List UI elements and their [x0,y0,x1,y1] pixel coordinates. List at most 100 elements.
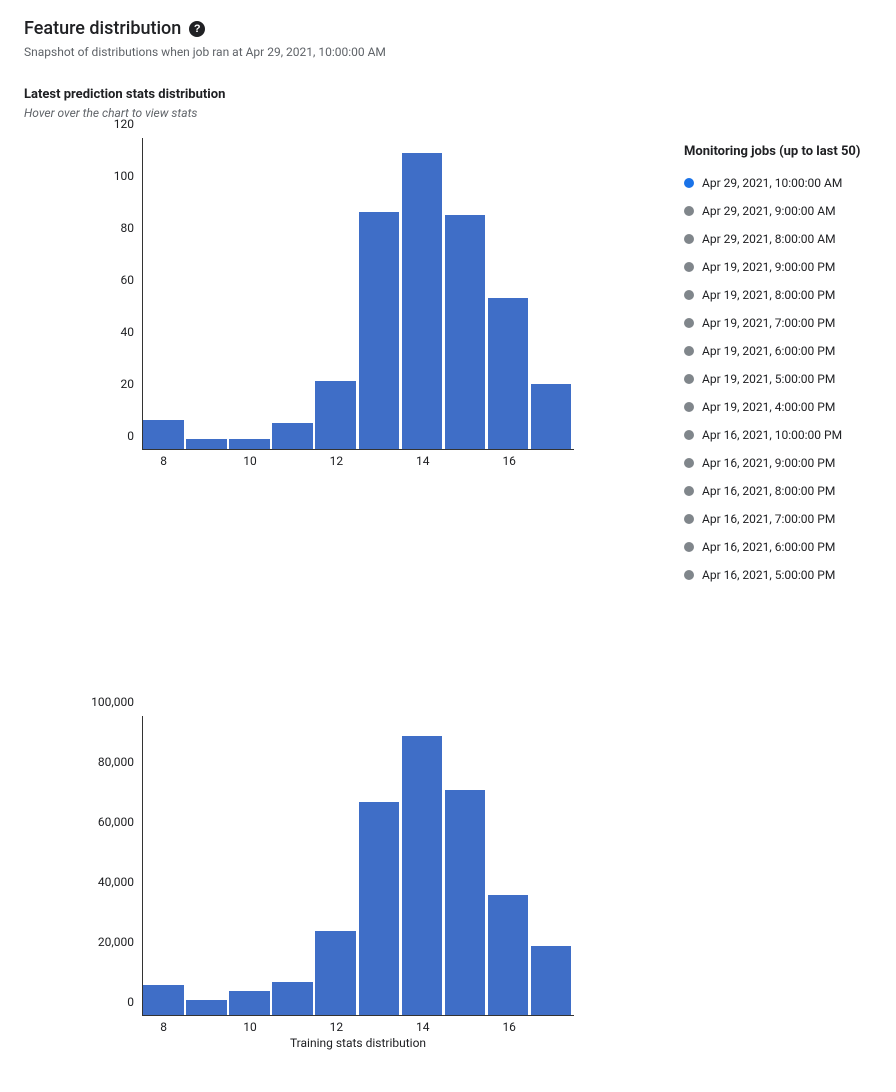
bar[interactable] [445,790,486,1015]
bar[interactable] [186,439,227,449]
bar[interactable] [488,298,529,449]
prediction-stats-chart[interactable]: 020406080100120 810121416 [24,138,584,486]
x-tick-label: 16 [502,454,516,468]
monitoring-job-item[interactable]: Apr 29, 2021, 8:00:00 AM [684,225,860,253]
x-tick-label: 8 [160,454,167,468]
status-dot-icon [684,402,694,412]
monitoring-job-item[interactable]: Apr 19, 2021, 9:00:00 PM [684,253,860,281]
monitoring-job-item[interactable]: Apr 16, 2021, 10:00:00 PM [684,421,860,449]
bar[interactable] [359,212,400,449]
bar[interactable] [143,420,184,449]
bar[interactable] [143,985,184,1015]
y-tick-label: 40,000 [98,875,134,889]
plot-area [142,716,574,1016]
monitoring-job-item[interactable]: Apr 19, 2021, 8:00:00 PM [684,281,860,309]
x-tick-label: 10 [243,1020,257,1034]
bar[interactable] [186,1000,227,1015]
monitoring-job-label: Apr 19, 2021, 6:00:00 PM [702,344,835,358]
monitoring-job-label: Apr 19, 2021, 8:00:00 PM [702,288,835,302]
monitoring-job-label: Apr 29, 2021, 10:00:00 AM [702,176,842,190]
bar[interactable] [488,895,529,1015]
x-tick-label: 14 [416,454,430,468]
status-dot-icon [684,290,694,300]
monitoring-job-item[interactable]: Apr 16, 2021, 7:00:00 PM [684,505,860,533]
x-tick-label: 8 [160,1020,167,1034]
x-tick-label: 12 [330,454,344,468]
monitoring-job-item[interactable]: Apr 19, 2021, 6:00:00 PM [684,337,860,365]
y-tick-label: 80 [121,221,135,235]
y-tick-label: 100 [114,169,134,183]
monitoring-job-label: Apr 19, 2021, 4:00:00 PM [702,400,835,414]
monitoring-job-item[interactable]: Apr 16, 2021, 5:00:00 PM [684,561,860,589]
monitoring-job-item[interactable]: Apr 16, 2021, 6:00:00 PM [684,533,860,561]
monitoring-job-item[interactable]: Apr 29, 2021, 10:00:00 AM [684,169,860,197]
bar[interactable] [272,423,313,449]
monitoring-job-label: Apr 19, 2021, 9:00:00 PM [702,260,835,274]
y-axis: 020406080100120 [24,138,142,450]
y-tick-label: 100,000 [91,695,134,709]
section-title: Latest prediction stats distribution [24,87,872,102]
monitoring-job-item[interactable]: Apr 19, 2021, 4:00:00 PM [684,393,860,421]
y-tick-label: 120 [114,117,134,131]
x-axis: 8 10 12 14 16 Training stats distribution [142,1016,574,1052]
help-icon[interactable]: ? [189,21,205,37]
bar[interactable] [402,153,443,449]
bar[interactable] [445,215,486,449]
monitoring-job-label: Apr 16, 2021, 5:00:00 PM [702,568,835,582]
training-stats-chart[interactable]: 020,00040,00060,00080,000100,000 8101214… [24,716,584,1052]
monitoring-job-label: Apr 16, 2021, 6:00:00 PM [702,540,835,554]
y-tick-label: 60,000 [98,815,134,829]
monitoring-job-label: Apr 29, 2021, 9:00:00 AM [702,204,836,218]
monitoring-job-item[interactable]: Apr 19, 2021, 7:00:00 PM [684,309,860,337]
y-axis: 020,00040,00060,00080,000100,000 [24,716,142,1016]
bar[interactable] [402,736,443,1015]
monitoring-job-item[interactable]: Apr 16, 2021, 8:00:00 PM [684,477,860,505]
y-tick-label: 40 [121,325,135,339]
chart-hint: Hover over the chart to view stats [24,106,872,120]
monitoring-job-item[interactable]: Apr 29, 2021, 9:00:00 AM [684,197,860,225]
monitoring-jobs-panel: Monitoring jobs (up to last 50) Apr 29, … [684,144,860,589]
x-tick-label: 12 [330,1020,344,1034]
status-dot-icon [684,318,694,328]
monitoring-job-label: Apr 16, 2021, 8:00:00 PM [702,484,835,498]
y-tick-label: 80,000 [98,755,134,769]
bar[interactable] [315,931,356,1015]
status-dot-icon [684,458,694,468]
x-axis-label: Training stats distribution [142,1036,574,1050]
status-dot-icon [684,570,694,580]
status-dot-icon [684,430,694,440]
status-dot-icon [684,346,694,356]
status-dot-icon [684,374,694,384]
monitoring-jobs-title: Monitoring jobs (up to last 50) [684,144,860,159]
bar[interactable] [315,381,356,449]
y-tick-label: 60 [121,273,135,287]
y-tick-label: 0 [127,995,134,1009]
page-subtitle: Snapshot of distributions when job ran a… [24,45,872,59]
bar[interactable] [229,991,270,1015]
bar[interactable] [359,802,400,1015]
status-dot-icon [684,486,694,496]
x-tick-label: 10 [243,454,257,468]
status-dot-icon [684,514,694,524]
x-axis: 8 10 12 14 16 [142,450,574,486]
status-dot-icon [684,206,694,216]
status-dot-icon [684,234,694,244]
x-tick-label: 16 [502,1020,516,1034]
monitoring-job-label: Apr 16, 2021, 7:00:00 PM [702,512,835,526]
y-tick-label: 20 [121,377,135,391]
x-tick-label: 14 [416,1020,430,1034]
monitoring-job-item[interactable]: Apr 19, 2021, 5:00:00 PM [684,365,860,393]
bar[interactable] [531,946,572,1015]
y-tick-label: 0 [127,429,134,443]
bar[interactable] [229,439,270,449]
status-dot-icon [684,542,694,552]
plot-area [142,138,574,450]
status-dot-icon [684,262,694,272]
status-dot-icon [684,178,694,188]
y-tick-label: 20,000 [98,935,134,949]
monitoring-job-label: Apr 16, 2021, 10:00:00 PM [702,428,842,442]
monitoring-job-item[interactable]: Apr 16, 2021, 9:00:00 PM [684,449,860,477]
bar[interactable] [272,982,313,1015]
bar[interactable] [531,384,572,449]
monitoring-job-label: Apr 16, 2021, 9:00:00 PM [702,456,835,470]
